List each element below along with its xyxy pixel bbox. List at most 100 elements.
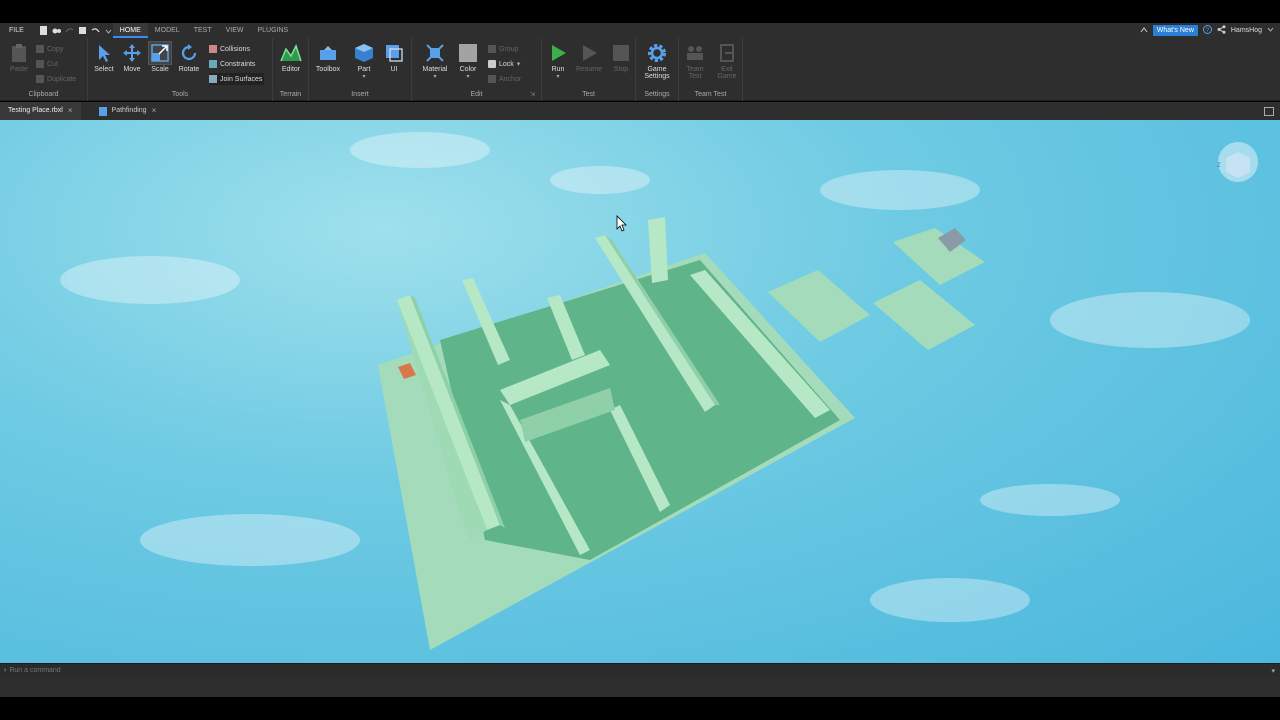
svg-text:Z: Z <box>1217 163 1221 169</box>
paste-button[interactable]: Paste <box>4 42 34 73</box>
platform-3[interactable] <box>893 228 985 285</box>
view-cube[interactable]: Z <box>1217 142 1258 182</box>
close-icon[interactable]: × <box>152 102 157 120</box>
constraints-icon <box>209 60 217 68</box>
menu-bar: FILE HOME MODEL TEST VIEW PLUGINS What's… <box>0 23 1280 38</box>
resume-label: Resume <box>575 66 603 73</box>
constraints-toggle[interactable]: Constraints <box>209 58 255 70</box>
run-dropdown-icon[interactable]: ▾ <box>543 73 573 80</box>
tab-home[interactable]: HOME <box>112 23 148 38</box>
share-icon[interactable] <box>1217 25 1226 36</box>
team-test-button[interactable]: Team Test <box>680 42 710 80</box>
scene: Z <box>60 132 1258 650</box>
collisions-toggle[interactable]: Collisions <box>209 43 250 55</box>
whats-new-button[interactable]: What's New <box>1152 25 1198 36</box>
platform-2[interactable] <box>873 280 975 350</box>
open-icon[interactable] <box>52 26 61 35</box>
settings-group-label: Settings <box>644 91 670 98</box>
platform-1[interactable] <box>768 270 870 342</box>
tab-plugins[interactable]: PLUGINS <box>250 23 295 38</box>
duplicate-button[interactable]: Duplicate <box>36 73 76 85</box>
tab-test[interactable]: TEST <box>187 23 219 38</box>
resume-button[interactable]: Resume <box>574 42 604 73</box>
part-cube-icon <box>353 42 375 64</box>
part-button[interactable]: Part ▾ <box>349 42 379 80</box>
letterbox-bottom <box>0 697 1280 720</box>
exit-game-label-1: Exit <box>721 66 733 73</box>
clipboard-group: Paste Copy Cut Duplicate Clipboard <box>0 38 88 101</box>
help-icon[interactable]: ? <box>1202 25 1212 36</box>
exit-game-icon <box>716 42 738 64</box>
game-settings-button[interactable]: Game Settings <box>642 42 672 80</box>
file-menu[interactable]: FILE <box>0 23 33 38</box>
part-label: Part <box>357 66 371 73</box>
command-input[interactable] <box>9 667 1250 674</box>
lock-dropdown-icon[interactable]: ▾ <box>517 60 521 68</box>
join-surfaces-label: Join Surfaces <box>220 75 263 83</box>
redo-disabled-icon <box>65 26 74 35</box>
new-file-icon[interactable] <box>39 26 48 35</box>
toolbox-button[interactable]: Toolbox <box>313 42 343 73</box>
ui-button[interactable]: UI <box>379 42 409 73</box>
tab-testing-place[interactable]: Testing Place.rbxl × <box>0 102 81 120</box>
collapse-ribbon-icon[interactable] <box>1140 26 1148 36</box>
publish-icon[interactable] <box>78 26 87 35</box>
exit-game-label-2: Game <box>717 73 737 80</box>
gear-icon <box>646 42 668 64</box>
run-label: Run <box>551 66 565 73</box>
toolbox-icon <box>317 42 339 64</box>
color-button[interactable]: Color ▾ <box>453 42 483 80</box>
close-icon[interactable]: × <box>68 102 73 120</box>
color-label: Color <box>459 66 477 73</box>
cut-button[interactable]: Cut <box>36 58 58 70</box>
run-button[interactable]: Run ▾ <box>543 42 573 80</box>
anchor-button[interactable]: Anchor <box>488 73 521 85</box>
color-dropdown-icon[interactable]: ▾ <box>453 73 483 80</box>
copy-button[interactable]: Copy <box>36 43 63 55</box>
part-dropdown-icon[interactable]: ▾ <box>349 73 379 80</box>
material-button[interactable]: Material ▾ <box>420 42 450 80</box>
letterbox-top <box>0 0 1280 23</box>
command-history-dropdown-icon[interactable]: ▾ <box>1271 667 1275 675</box>
material-icon <box>424 42 446 64</box>
move-arrows-icon <box>121 42 143 64</box>
lock-label: Lock <box>499 60 514 68</box>
restore-window-icon[interactable] <box>1264 107 1274 116</box>
move-button[interactable]: Move <box>117 42 147 73</box>
rotate-button[interactable]: Rotate <box>174 42 204 73</box>
move-label: Move <box>123 66 141 73</box>
lock-button[interactable]: Lock ▾ <box>488 58 520 70</box>
status-bar <box>0 677 1280 697</box>
group-label: Group <box>499 45 519 53</box>
tab-view[interactable]: VIEW <box>219 23 251 38</box>
tools-group-label: Tools <box>171 91 189 98</box>
join-surfaces-toggle[interactable]: Join Surfaces <box>209 73 265 85</box>
select-label: Select <box>94 66 114 73</box>
tools-group: Select Move Scale Rotate Collisions Cons… <box>88 38 273 101</box>
3d-viewport[interactable]: Z <box>0 120 1280 663</box>
document-tabs: Testing Place.rbxl × Pathfinding × <box>0 102 1280 120</box>
stop-button[interactable]: Stop <box>606 42 636 73</box>
game-settings-label-1: Game <box>647 66 667 73</box>
select-button[interactable]: Select <box>89 42 119 73</box>
color-swatch-icon <box>457 42 479 64</box>
scale-label: Scale <box>151 66 169 73</box>
insert-group: Toolbox Part ▾ UI Insert <box>309 38 412 101</box>
tab-model[interactable]: MODEL <box>148 23 187 38</box>
terrain-icon <box>280 42 302 64</box>
undo-icon[interactable] <box>91 26 100 35</box>
customize-dropdown-icon[interactable] <box>104 26 113 35</box>
chevron-down-icon[interactable] <box>1267 26 1274 35</box>
quick-access-toolbar <box>39 26 113 35</box>
exit-game-button[interactable]: Exit Game <box>712 42 742 80</box>
terrain-editor-button[interactable]: Editor <box>276 42 306 73</box>
tab-pathfinding[interactable]: Pathfinding × <box>91 102 165 120</box>
user-menu[interactable]: HamsHog <box>1231 27 1262 34</box>
scale-icon <box>148 41 172 65</box>
stop-icon <box>610 42 632 64</box>
material-dropdown-icon[interactable]: ▾ <box>420 73 450 80</box>
group-button[interactable]: Group <box>488 43 518 55</box>
scale-button[interactable]: Scale <box>145 41 175 73</box>
toolbox-label: Toolbox <box>315 66 341 73</box>
ribbon: Paste Copy Cut Duplicate Clipboard Selec… <box>0 38 1280 101</box>
